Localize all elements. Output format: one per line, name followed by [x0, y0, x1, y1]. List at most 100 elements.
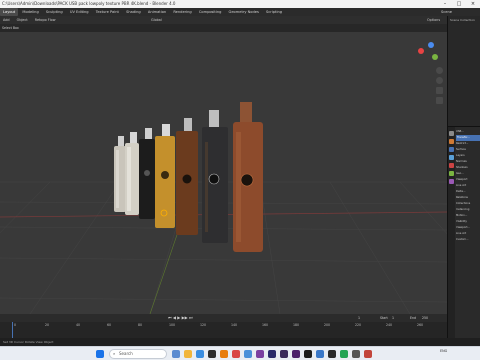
frame-end-field[interactable]: 250	[422, 314, 428, 322]
usb-stick-3[interactable]	[139, 128, 155, 219]
viewport-options[interactable]: Options	[424, 16, 443, 24]
app-icon-purple[interactable]	[256, 350, 264, 358]
timeline-tick: 40	[76, 323, 81, 327]
properties-list: USB... Transfor... Restrict... Surface L…	[456, 129, 480, 243]
window-titlebar: C:\Users\Admin\Downloads\PACK USB pack l…	[0, 0, 480, 8]
outliner-header: Scene Collection	[450, 18, 475, 22]
status-hints: Set 3D Cursor Rotate View Object	[3, 340, 54, 344]
edge-browser-icon[interactable]	[196, 350, 204, 358]
tab-modeling[interactable]: Modeling	[19, 8, 41, 16]
tab-sculpting[interactable]: Sculpting	[43, 8, 66, 16]
search-icon: ⌕	[113, 351, 116, 356]
pan-hand-icon[interactable]	[436, 77, 443, 84]
app-icon-blue[interactable]	[244, 350, 252, 358]
timeline-tick: 80	[138, 323, 143, 327]
grid-view-icon[interactable]	[436, 97, 443, 104]
zoom-icon[interactable]	[436, 67, 443, 74]
outliner-panel: Scene Collection	[447, 16, 480, 126]
blender-icon[interactable]	[220, 350, 228, 358]
frame-end-label: End	[410, 316, 417, 320]
usb-stick-7[interactable]	[233, 102, 263, 252]
timeline-header: ⏮ ◀ ▶ ▶▶ ⏭ 1 Start 1 End 250	[0, 314, 447, 322]
data-tab-icon[interactable]	[449, 171, 454, 176]
tab-animation[interactable]: Animation	[145, 8, 169, 16]
tray-language[interactable]: ENG	[440, 349, 447, 353]
tab-layout[interactable]: Layout	[0, 8, 19, 16]
file-explorer-icon[interactable]	[184, 350, 192, 358]
timeline-tick: 20	[45, 323, 50, 327]
viewport-header: Add Object Retopo Flow Global Options	[0, 16, 447, 24]
material-tab-icon[interactable]	[449, 163, 454, 168]
window-title: C:\Users\Admin\Downloads\PACK USB pack l…	[2, 1, 176, 6]
minimize-button[interactable]: –	[438, 0, 452, 8]
modifier-tab-icon[interactable]	[449, 147, 454, 152]
viewport-scene	[0, 102, 447, 314]
select-box-mode[interactable]: Select Box	[0, 26, 19, 30]
timeline-tick: 140	[231, 323, 238, 327]
timeline-tick: 160	[262, 323, 269, 327]
workspace-tabs: Layout Modeling Sculpting UV Editing Tex…	[0, 8, 480, 16]
maximize-button[interactable]: □	[452, 0, 466, 8]
tab-rendering[interactable]: Rendering	[170, 8, 194, 16]
transform-orientation-dropdown[interactable]: Global	[148, 16, 165, 24]
tab-geometry-nodes[interactable]: Geometry Nodes	[226, 8, 262, 16]
usb-stick-5[interactable]	[176, 118, 198, 235]
app-icon-orange-red[interactable]	[364, 350, 372, 358]
current-frame-field[interactable]: 1	[358, 314, 360, 322]
menu-retopoflow[interactable]: Retopo Flow	[32, 16, 59, 24]
search-placeholder: Search	[119, 351, 133, 356]
app-icon-red[interactable]	[232, 350, 240, 358]
properties-panel: USB... Transfor... Restrict... Surface L…	[447, 126, 480, 346]
timeline-tick: 120	[200, 323, 207, 327]
gizmo-x-axis[interactable]	[418, 48, 424, 54]
timeline-tick: 240	[386, 323, 393, 327]
premiere-icon[interactable]	[280, 350, 288, 358]
app-icon-green[interactable]	[340, 350, 348, 358]
camera-icon[interactable]	[436, 87, 443, 94]
gizmo-z-axis[interactable]	[428, 42, 434, 48]
properties-tabs	[448, 127, 455, 346]
capcut-icon[interactable]	[352, 350, 360, 358]
store-icon[interactable]	[208, 350, 216, 358]
menu-object[interactable]: Object	[14, 16, 31, 24]
timeline-tick: 100	[169, 323, 176, 327]
photoshop-icon[interactable]	[268, 350, 276, 358]
gizmo-y-axis[interactable]	[432, 54, 438, 60]
usb-stick-1[interactable]	[114, 136, 126, 212]
tab-texture-paint[interactable]: Texture Paint	[93, 8, 122, 16]
status-bar: Set 3D Cursor Rotate View Object	[0, 338, 480, 346]
tab-compositing[interactable]: Compositing	[196, 8, 225, 16]
timeline-tick: 220	[355, 323, 362, 327]
physics-tab-icon[interactable]	[449, 155, 454, 160]
tab-shading[interactable]: Shading	[123, 8, 144, 16]
frame-start-label: Start	[380, 316, 388, 320]
tab-scripting[interactable]: Scripting	[263, 8, 285, 16]
close-button[interactable]: ×	[466, 0, 480, 8]
frame-start-field[interactable]: 1	[392, 314, 394, 322]
menu-add[interactable]: Add	[0, 16, 13, 24]
timeline-area[interactable]: 0 20 40 60 80 100 120 140 160 180 200 22…	[0, 322, 447, 338]
playhead[interactable]	[12, 322, 13, 338]
task-view-icon[interactable]	[172, 350, 180, 358]
3d-viewport[interactable]	[0, 32, 447, 314]
timeline-tick: 200	[324, 323, 331, 327]
tool-tab-icon[interactable]	[449, 131, 454, 136]
scene-selector[interactable]: Scene	[438, 8, 455, 16]
usb-stick-4[interactable]	[155, 124, 175, 228]
object-tab-icon[interactable]	[449, 139, 454, 144]
usb-stick-6[interactable]	[202, 110, 228, 243]
windows-taskbar: ⌕ Search ENG	[0, 346, 480, 360]
taskbar-search[interactable]: ⌕ Search	[109, 349, 167, 359]
tab-uv-editing[interactable]: UV Editing	[67, 8, 92, 16]
playback-controls[interactable]: ⏮ ◀ ▶ ▶▶ ⏭	[168, 314, 193, 322]
timeline-tick: 60	[107, 323, 112, 327]
app-icon-blue-2[interactable]	[316, 350, 324, 358]
usb-stick-2[interactable]	[125, 132, 139, 215]
substance-icon[interactable]	[304, 350, 312, 358]
constraint-tab-icon[interactable]	[449, 179, 454, 184]
start-button-icon[interactable]	[96, 350, 104, 358]
after-effects-icon[interactable]	[292, 350, 300, 358]
timeline-tick: 260	[417, 323, 424, 327]
app-icon-dark[interactable]	[328, 350, 336, 358]
prop-custom[interactable]: Custom...	[456, 237, 480, 243]
